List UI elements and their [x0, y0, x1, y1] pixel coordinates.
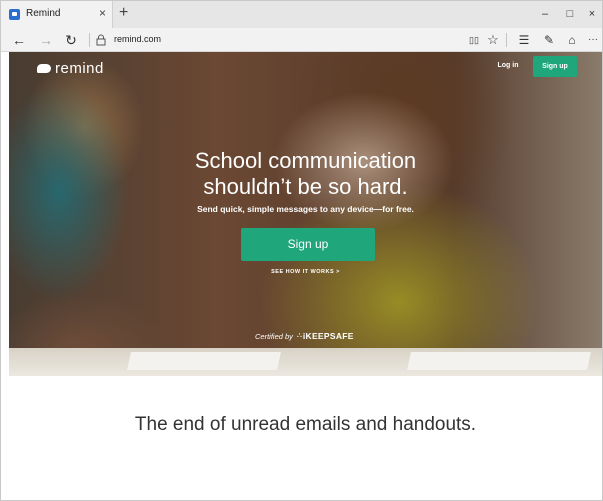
- remind-logo[interactable]: remind: [37, 59, 104, 77]
- close-window-button[interactable]: ×: [583, 5, 601, 23]
- remind-favicon-icon: [9, 9, 20, 20]
- keepsafe-icon: ⛬: [296, 332, 302, 339]
- new-tab-button[interactable]: +: [119, 4, 128, 22]
- subheadline: Send quick, simple messages to any devic…: [197, 204, 414, 214]
- signup-button[interactable]: Sign up: [241, 228, 375, 261]
- section-tagline: The end of unread emails and handouts.: [134, 414, 477, 435]
- back-button[interactable]: ←: [10, 31, 28, 49]
- header-signup-button[interactable]: Sign up: [533, 56, 577, 77]
- minimize-button[interactable]: –: [536, 5, 554, 23]
- share-icon[interactable]: ⌂: [563, 31, 581, 49]
- tab-remind[interactable]: Remind ×: [1, 1, 113, 28]
- hero-section: remind Log in Sign up School communicati…: [9, 52, 602, 376]
- certified-badge[interactable]: Certified by ⛬ iKEEPSAFE: [255, 330, 354, 342]
- refresh-button[interactable]: ↻: [62, 31, 80, 49]
- browser-window: Remind × + – □ × ← → ↻ remind.com ▯▯ ☆ ☰…: [0, 0, 603, 501]
- lock-icon: [96, 34, 106, 46]
- more-icon[interactable]: ···: [584, 31, 602, 49]
- login-button[interactable]: Log in: [490, 56, 526, 76]
- desk-paper: [407, 352, 591, 370]
- tab-bar: Remind × + – □ ×: [1, 1, 602, 28]
- forward-button[interactable]: →: [37, 31, 55, 49]
- headline-line-2: shouldn’t be so hard.: [203, 174, 408, 199]
- maximize-button[interactable]: □: [561, 5, 579, 23]
- see-how-it-works-link[interactable]: SEE HOW IT WORKS >: [9, 269, 602, 275]
- certified-brand: iKEEPSAFE: [302, 331, 354, 341]
- nav-divider: [89, 33, 90, 47]
- certified-label: Certified by: [255, 331, 293, 341]
- logo-text: remind: [55, 59, 104, 77]
- hero-photo-overlay: [9, 52, 602, 376]
- web-note-icon[interactable]: ✎: [540, 31, 558, 49]
- remind-logo-icon: [37, 63, 51, 73]
- headline-line-1: School communication: [194, 148, 417, 173]
- tab-title: Remind: [26, 8, 61, 19]
- address-url[interactable]: remind.com: [114, 34, 161, 44]
- hub-icon[interactable]: ☰: [515, 31, 533, 49]
- reading-view-icon[interactable]: ▯▯: [465, 31, 483, 49]
- favorite-star-icon[interactable]: ☆: [484, 31, 502, 49]
- toolbar-divider: [506, 33, 507, 47]
- navigation-bar: ← → ↻ remind.com ▯▯ ☆ ☰ ✎ ⌂ ···: [1, 28, 602, 52]
- tab-close-icon[interactable]: ×: [99, 6, 106, 20]
- desk-paper: [127, 352, 281, 370]
